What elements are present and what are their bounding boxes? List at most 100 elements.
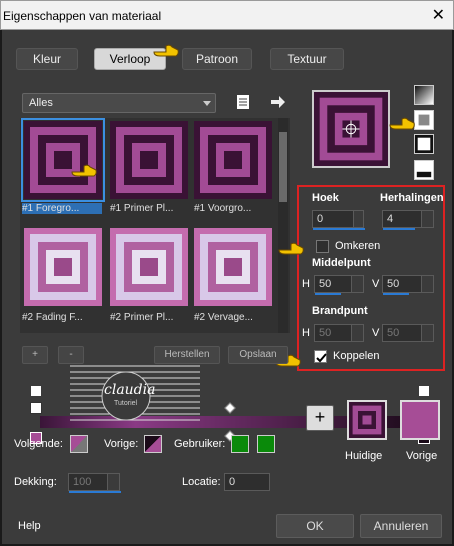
gebruiker-label: Gebruiker:: [174, 438, 226, 450]
herhalingen-value: 4: [387, 213, 394, 225]
scrollbar-thumb[interactable]: [279, 132, 287, 202]
gradient-thumb-3[interactable]: [194, 121, 272, 199]
herhalingen-label: Herhalingen: [380, 192, 444, 204]
middelpunt-v-dropdown[interactable]: [421, 276, 433, 292]
gradient-label-3[interactable]: #1 Voorgro...: [194, 203, 274, 214]
stop-arrow-left[interactable]: [31, 386, 41, 396]
middelpunt-h-dropdown[interactable]: [351, 276, 363, 292]
v-label: V: [372, 278, 380, 290]
stop-arrow-right[interactable]: [419, 386, 429, 396]
cancel-button[interactable]: Annuleren: [360, 514, 442, 538]
tab-textuur[interactable]: Textuur: [270, 48, 344, 70]
brandpunt-h-dropdown: [351, 325, 363, 341]
category-dropdown[interactable]: Alles: [22, 93, 216, 113]
vorige-preview-label: Vorige: [406, 450, 438, 462]
stop-top-left[interactable]: [30, 402, 42, 414]
herhalingen-slider[interactable]: [383, 228, 415, 230]
tab-kleur[interactable]: Kleur: [16, 48, 78, 70]
koppelen-label: Koppelen: [333, 350, 380, 362]
hoek-slider[interactable]: [313, 228, 365, 230]
previous-swatch[interactable]: [400, 400, 440, 440]
midpoint-marker-top[interactable]: [224, 402, 236, 414]
watermark-subtext: Tutoriel: [114, 400, 138, 407]
middelpunt-v-value: 50: [387, 278, 400, 290]
h-label: H: [302, 278, 310, 290]
gebruiker-swatch-2[interactable]: [257, 435, 275, 453]
gradient-label-5[interactable]: #2 Primer Pl...: [110, 312, 190, 323]
dekking-input[interactable]: 100: [68, 473, 121, 493]
brandpunt-h-value: 50: [319, 327, 332, 339]
current-swatch[interactable]: [347, 400, 387, 440]
gradient-label-6[interactable]: #2 Vervage...: [194, 312, 274, 323]
gebruiker-swatch-1[interactable]: [231, 435, 249, 453]
huidige-label: Huidige: [345, 450, 383, 462]
help-link[interactable]: Help: [18, 520, 41, 532]
watermark-text: claudia: [104, 382, 156, 398]
gradient-label-2[interactable]: #1 Primer Pl...: [110, 203, 190, 214]
brandpunt-v-value: 50: [387, 327, 400, 339]
watermark: claudia Tutoriel: [70, 360, 200, 432]
pointing-hand-icon: [153, 44, 179, 57]
gradient-thumb-6[interactable]: [194, 228, 272, 306]
rectangular-style-icon[interactable]: [414, 110, 434, 130]
middelpunt-v-input[interactable]: 50: [382, 275, 434, 295]
gradient-thumb-4[interactable]: [24, 228, 102, 306]
dekking-slider[interactable]: [69, 491, 121, 493]
gradient-label-1[interactable]: #1 Foregro...: [22, 203, 102, 214]
omkeren-checkbox[interactable]: [316, 240, 329, 253]
middelpunt-label: Middelpunt: [312, 257, 371, 269]
brandpunt-h-input: 50: [314, 324, 364, 342]
sunburst-style-icon[interactable]: [414, 134, 434, 154]
vorige-label: Vorige:: [104, 438, 139, 450]
middelpunt-v-slider[interactable]: [383, 293, 409, 295]
brandpunt-v-input: 50: [382, 324, 434, 342]
ok-button[interactable]: OK: [276, 514, 354, 538]
pointing-hand-icon: [278, 242, 304, 255]
library-scrollbar[interactable]: [278, 118, 288, 333]
locatie-label: Locatie:: [182, 476, 221, 488]
dekking-value: 100: [73, 476, 92, 488]
tab-patroon[interactable]: Patroon: [182, 48, 252, 70]
vorige-swatch[interactable]: [144, 435, 162, 453]
hoek-input[interactable]: 0: [312, 210, 365, 230]
v-label-brandpunt: V: [372, 327, 380, 339]
middelpunt-h-value: 50: [319, 278, 332, 290]
hoek-value: 0: [317, 213, 324, 225]
koppelen-checkbox[interactable]: [314, 350, 327, 363]
volgende-swatch[interactable]: [70, 435, 88, 453]
omkeren-label: Omkeren: [335, 240, 381, 252]
arrow-right-icon[interactable]: [269, 93, 287, 111]
material-properties-dialog: Kleur Verloop Patroon Textuur Alles #1 F…: [0, 30, 454, 546]
pointing-hand-icon: [389, 117, 415, 130]
linear-style-icon[interactable]: [414, 85, 434, 105]
gradient-library: #1 Foregro... #1 Primer Pl... #1 Voorgro…: [20, 118, 290, 333]
volgende-label: Volgende:: [14, 438, 63, 450]
add-stop-button[interactable]: +: [22, 346, 48, 364]
add-swatch-button[interactable]: +: [306, 405, 334, 431]
radial-style-icon[interactable]: [414, 160, 434, 180]
herhalingen-dropdown[interactable]: [421, 211, 433, 227]
title-bar: Eigenschappen van materiaal ✕: [0, 0, 454, 30]
locatie-value: 0: [229, 476, 236, 488]
middelpunt-h-slider[interactable]: [315, 293, 341, 295]
brandpunt-v-dropdown: [421, 325, 433, 341]
dekking-label: Dekking:: [14, 476, 57, 488]
middelpunt-h-input[interactable]: 50: [314, 275, 364, 295]
gradient-thumb-5[interactable]: [110, 228, 188, 306]
dekking-dropdown[interactable]: [107, 474, 119, 490]
hoek-spinner[interactable]: [353, 211, 363, 227]
checkmark-icon: [316, 353, 327, 363]
document-icon[interactable]: [234, 93, 252, 111]
locatie-input[interactable]: 0: [224, 473, 270, 491]
pointing-hand-icon: [71, 164, 97, 177]
herhalingen-input[interactable]: 4: [382, 210, 434, 230]
gradient-thumb-2[interactable]: [110, 121, 188, 199]
close-icon[interactable]: ✕: [432, 5, 445, 25]
category-dropdown-value: Alles: [29, 97, 53, 109]
opslaan-button[interactable]: Opslaan: [228, 346, 288, 364]
gradient-preview[interactable]: [312, 90, 390, 168]
gradient-label-4[interactable]: #2 Fading F...: [22, 312, 102, 323]
h-label-brandpunt: H: [302, 327, 310, 339]
hoek-label: Hoek: [312, 192, 339, 204]
brandpunt-label: Brandpunt: [312, 305, 368, 317]
